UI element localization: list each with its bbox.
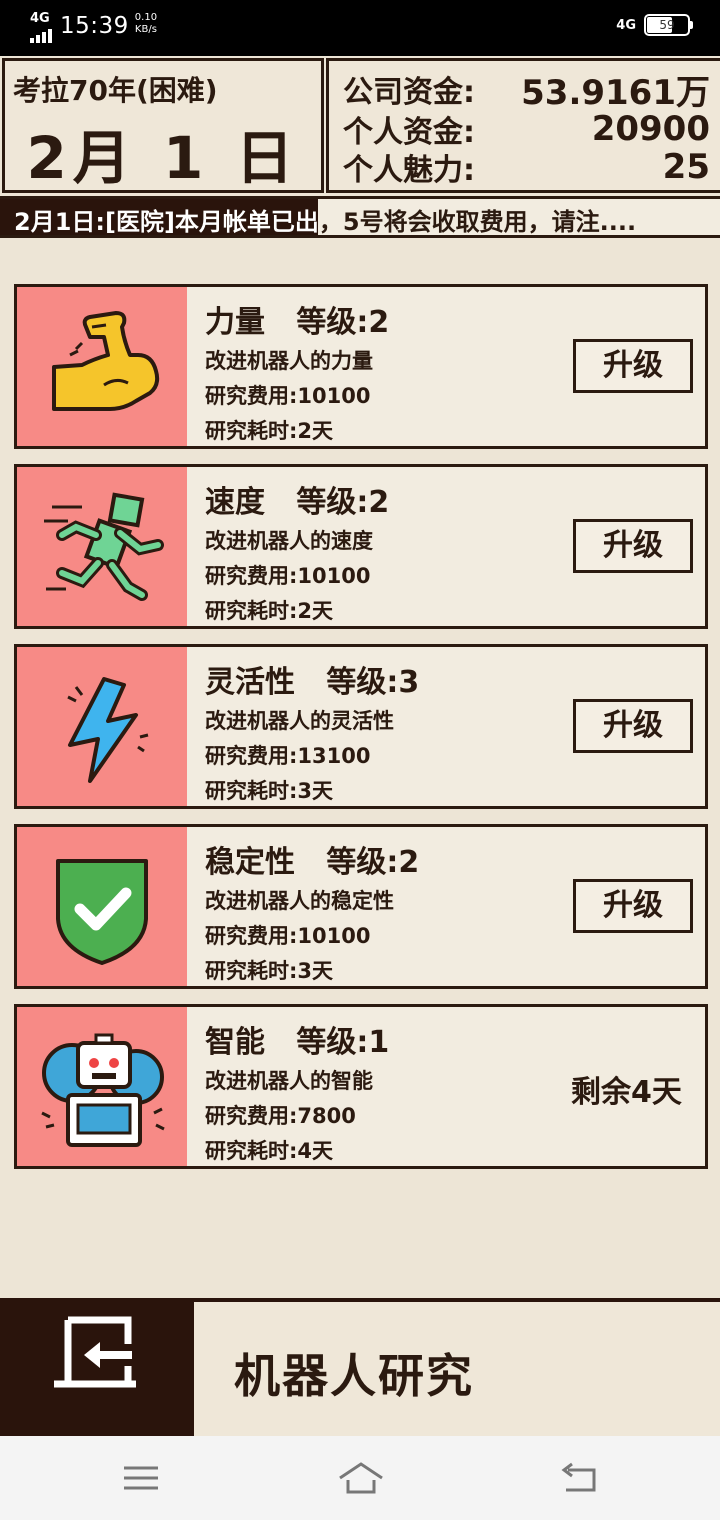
home-icon[interactable] — [336, 1456, 386, 1500]
fund-value: 25 — [662, 147, 710, 187]
research-title: 智能 等级:1 — [205, 1025, 390, 1060]
screen-title-bar: 机器人研究 — [194, 1298, 720, 1436]
research-duration: 研究耗时:3天 — [205, 959, 334, 983]
research-title: 速度 等级:2 — [205, 485, 390, 520]
exit-door-icon — [54, 1316, 136, 1388]
charm-row: 个人魅力: 25 — [343, 147, 710, 188]
research-cost: 研究费用:10100 — [205, 384, 371, 408]
remaining-days: 剩余4天 — [571, 1075, 682, 1110]
date-panel: 考拉70年(困难) 2月 1 日 — [2, 58, 324, 193]
research-cost: 研究费用:13100 — [205, 744, 371, 768]
navigation-bar — [0, 1436, 720, 1520]
research-description: 改进机器人的力量 — [205, 349, 373, 373]
upgrade-button[interactable]: 升级 — [573, 879, 693, 933]
ticker-message: 2月1日:[医院]本月帐单已出，5号将会收取费用，请注.... — [14, 202, 636, 235]
network-indicator-right: 4G — [616, 17, 636, 33]
research-description: 改进机器人的灵活性 — [205, 709, 394, 733]
research-title: 稳定性 等级:2 — [205, 845, 420, 880]
funds-panel: 公司资金: 53.9161万 个人资金: 20900 个人魅力: 25 — [326, 58, 720, 193]
research-card-speed: 速度 等级:2 改进机器人的速度 研究费用:10100 研究耗时:2天 升级 — [14, 464, 708, 629]
network-indicator: 4G — [30, 11, 50, 26]
running-robot-icon — [17, 467, 187, 626]
research-description: 改进机器人的稳定性 — [205, 889, 394, 913]
fund-label: 个人魅力: — [343, 153, 475, 188]
research-card-strength: 力量 等级:2 改进机器人的力量 研究费用:10100 研究耗时:2天 升级 — [14, 284, 708, 449]
signal-icon — [30, 29, 52, 43]
company-funds-row: 公司资金: 53.9161万 — [343, 69, 710, 113]
network-speed: 0.10 KB/s — [134, 12, 158, 35]
fund-value: 53.9161万 — [521, 72, 710, 113]
shield-check-icon — [17, 827, 187, 986]
status-bar: 4G 15:39 0.10 KB/s 4G 59 — [0, 0, 720, 56]
research-cost: 研究费用:10100 — [205, 564, 371, 588]
personal-funds-row: 个人资金: 20900 — [343, 109, 710, 150]
flexed-arm-icon — [17, 287, 187, 446]
fund-value: 20900 — [591, 109, 710, 149]
research-duration: 研究耗时:3天 — [205, 779, 334, 803]
research-cost: 研究费用:10100 — [205, 924, 371, 948]
research-title: 力量 等级:2 — [205, 305, 390, 340]
upgrade-button[interactable]: 升级 — [573, 339, 693, 393]
upgrade-button[interactable]: 升级 — [573, 519, 693, 573]
back-icon[interactable] — [556, 1456, 606, 1500]
research-duration: 研究耗时:2天 — [205, 419, 334, 443]
research-cost: 研究费用:7800 — [205, 1104, 356, 1128]
research-card-agility: 灵活性 等级:3 改进机器人的灵活性 研究费用:13100 研究耗时:3天 升级 — [14, 644, 708, 809]
research-duration: 研究耗时:4天 — [205, 1139, 334, 1163]
current-date: 2月 1 日 — [26, 124, 300, 192]
fund-label: 公司资金: — [343, 75, 475, 110]
exit-button[interactable] — [0, 1298, 194, 1436]
research-duration: 研究耗时:2天 — [205, 599, 334, 623]
upgrade-button[interactable]: 升级 — [573, 699, 693, 753]
robot-gear-icon — [17, 1007, 187, 1166]
research-title: 灵活性 等级:3 — [205, 665, 420, 700]
battery-icon: 59 — [644, 14, 693, 36]
screen-title: 机器人研究 — [234, 1349, 474, 1403]
game-title: 考拉70年(困难) — [13, 74, 218, 107]
menu-icon[interactable] — [116, 1456, 166, 1500]
research-card-intelligence: 智能 等级:1 改进机器人的智能 研究费用:7800 研究耗时:4天 剩余4天 — [14, 1004, 708, 1169]
news-ticker[interactable]: 2月1日:[医院]本月帐单已出，5号将会收取费用，请注.... — [0, 196, 720, 238]
research-description: 改进机器人的速度 — [205, 529, 373, 553]
research-description: 改进机器人的智能 — [205, 1069, 373, 1093]
clock: 15:39 — [60, 13, 129, 39]
lightning-icon — [17, 647, 187, 806]
research-card-stability: 稳定性 等级:2 改进机器人的稳定性 研究费用:10100 研究耗时:3天 升级 — [14, 824, 708, 989]
